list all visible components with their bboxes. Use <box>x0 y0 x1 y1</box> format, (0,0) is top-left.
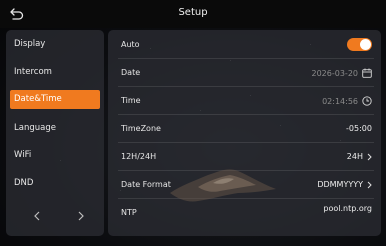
sidebar: Display Intercom Date&Time Language WiFi… <box>6 30 104 236</box>
sidebar-item-date-time[interactable]: Date&Time <box>10 90 100 109</box>
hour-format-label: 12H/24H <box>121 152 157 161</box>
time-label: Time <box>121 96 141 105</box>
auto-toggle[interactable] <box>347 38 372 51</box>
date-value: 2026-03-20 <box>311 68 359 78</box>
chevron-right-icon <box>78 211 84 221</box>
chevron-right-icon <box>367 153 372 161</box>
timezone-value: -05:00 <box>346 124 372 133</box>
page-title: Setup <box>178 7 208 18</box>
sidebar-item-display[interactable]: Display <box>10 35 100 54</box>
setup-screen: Setup Display Intercom Date&Time Languag… <box>0 0 386 246</box>
top-bar: Setup <box>0 0 386 28</box>
sidebar-item-language[interactable]: Language <box>10 119 100 138</box>
time-value: 02:14:56 <box>322 96 358 106</box>
toggle-knob <box>360 39 371 50</box>
auto-label: Auto <box>121 40 140 49</box>
settings-panel: Auto Date 2026-03-20 Time 02:14:56 TimeZ… <box>108 30 381 236</box>
sidebar-item-wifi[interactable]: WiFi <box>10 146 100 165</box>
date-label: Date <box>121 68 141 77</box>
date-format-label: Date Format <box>121 180 171 189</box>
background-terrain-image <box>170 169 276 202</box>
sidebar-item-intercom[interactable]: Intercom <box>10 63 100 82</box>
time-value-group: 02:14:56 <box>322 96 372 106</box>
chevron-left-icon <box>34 211 40 221</box>
prev-page-button[interactable] <box>29 208 45 224</box>
date-value-group: 2026-03-20 <box>312 68 373 78</box>
calendar-icon[interactable] <box>362 68 372 78</box>
setting-row-timezone[interactable]: TimeZone -05:00 <box>118 115 374 143</box>
hour-format-value-group: 24H <box>347 152 372 161</box>
next-page-button[interactable] <box>73 208 89 224</box>
date-format-value: DDMMYYYY <box>317 180 363 189</box>
clock-icon[interactable] <box>362 96 372 106</box>
hour-format-value: 24H <box>346 152 363 161</box>
setting-row-date[interactable]: Date 2026-03-20 <box>118 59 374 87</box>
ntp-value: pool.ntp.org <box>323 204 372 213</box>
setting-row-time[interactable]: Time 02:14:56 <box>118 87 374 115</box>
setting-row-auto: Auto <box>118 31 374 59</box>
sidebar-item-dnd[interactable]: DND <box>10 174 100 193</box>
date-format-value-group: DDMMYYYY <box>317 180 372 189</box>
chevron-right-icon <box>367 181 372 189</box>
ntp-label: NTP <box>121 208 137 217</box>
timezone-label: TimeZone <box>121 124 161 133</box>
